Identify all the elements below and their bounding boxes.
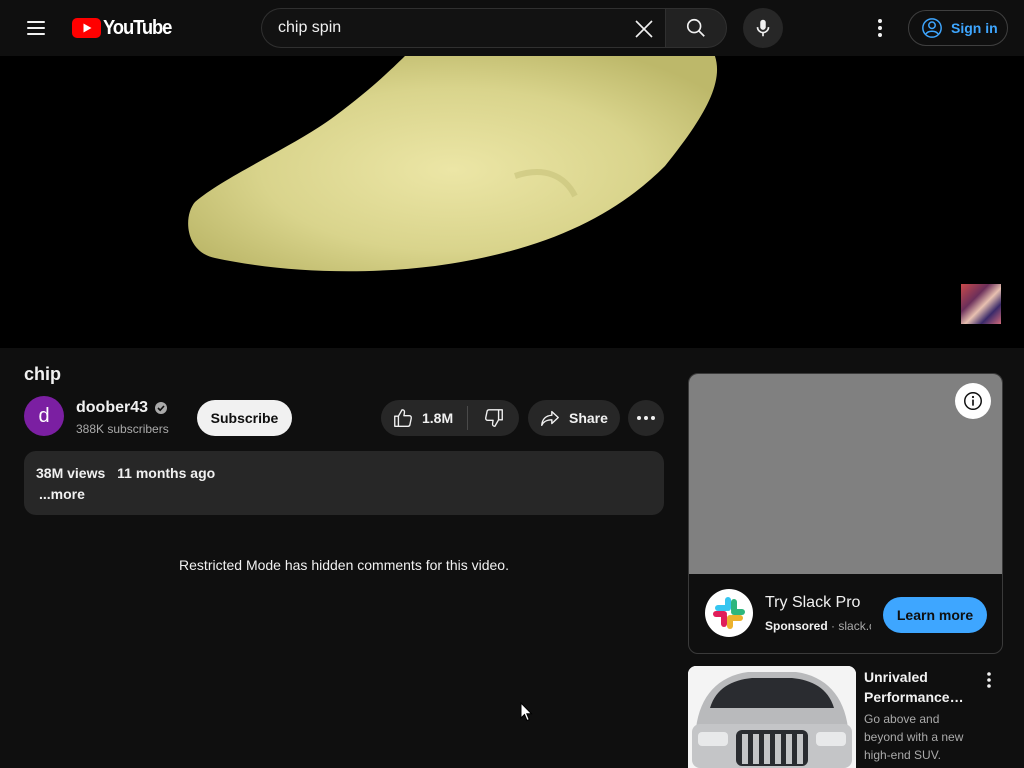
- dislike-button[interactable]: [468, 400, 519, 436]
- rec-menu-icon[interactable]: [977, 668, 1001, 692]
- video-meta: 38M views 11 months ago: [36, 465, 215, 481]
- channel-name-link[interactable]: doober43: [76, 399, 168, 417]
- account-icon: [922, 18, 942, 38]
- menu-bar: [27, 33, 45, 35]
- chip-video-frame: [188, 56, 718, 272]
- ad-card[interactable]: Try Slack Pro Sponsored · slack.com Lear…: [688, 373, 1003, 654]
- thumbs-down-icon: [484, 409, 503, 427]
- menu-bar: [27, 21, 45, 23]
- restricted-mode-message: Restricted Mode has hidden comments for …: [179, 557, 509, 573]
- slack-logo-icon: [705, 589, 753, 637]
- guide-menu-icon[interactable]: [16, 8, 56, 48]
- clear-search-icon[interactable]: [632, 17, 656, 41]
- sponsored-recommendation[interactable]: Unrivaled Performance… Go above and beyo…: [688, 666, 1003, 768]
- search-icon: [686, 18, 705, 37]
- ad-info-icon[interactable]: [955, 383, 991, 419]
- video-player[interactable]: [0, 56, 1024, 348]
- mouse-pointer-icon: [520, 702, 533, 722]
- channel-name: doober43: [76, 399, 149, 416]
- logo-wordmark: YouTube: [103, 16, 172, 39]
- share-button[interactable]: Share: [528, 400, 620, 436]
- search-input[interactable]: [278, 9, 618, 47]
- masthead: YouTube chip spin Sign in: [0, 0, 1024, 56]
- suv-image: [688, 666, 856, 768]
- like-count: 1.8M: [422, 410, 454, 426]
- show-more-link[interactable]: ...more: [39, 486, 85, 502]
- share-icon: [541, 410, 559, 427]
- share-label: Share: [569, 410, 608, 426]
- like-dislike-group: 1.8M: [381, 400, 519, 436]
- search-box: [261, 8, 665, 48]
- rec-title[interactable]: Unrivaled Performance…: [864, 667, 974, 707]
- sign-in-button[interactable]: Sign in: [908, 10, 1008, 46]
- search-button[interactable]: [665, 8, 727, 48]
- subscribe-button[interactable]: Subscribe: [197, 400, 292, 436]
- description-box[interactable]: 38M views 11 months ago ...more: [24, 451, 664, 515]
- video-title: chip: [24, 364, 62, 384]
- more-actions-button[interactable]: [628, 400, 664, 436]
- upload-age: 11 months ago: [117, 465, 216, 481]
- thumbs-up-icon: [394, 409, 412, 427]
- youtube-logo[interactable]: YouTube: [72, 16, 177, 40]
- subscriber-count: 388K subscribers: [76, 422, 169, 436]
- verified-badge-icon: [155, 402, 168, 414]
- settings-more-icon[interactable]: [864, 12, 896, 44]
- ad-domain: slack.com: [838, 619, 871, 633]
- learn-more-button[interactable]: Learn more: [883, 597, 987, 633]
- ad-sponsor-line: Sponsored · slack.com: [765, 619, 871, 633]
- menu-bar: [27, 27, 45, 29]
- sponsored-label: Sponsored: [765, 619, 828, 633]
- rec-thumbnail[interactable]: [688, 666, 856, 768]
- like-button[interactable]: 1.8M: [381, 400, 467, 436]
- voice-search-button[interactable]: [743, 8, 783, 48]
- channel-avatar[interactable]: d: [24, 396, 64, 436]
- sign-in-label: Sign in: [951, 20, 998, 36]
- search-bar: [261, 8, 727, 48]
- end-screen-thumbnail[interactable]: [961, 284, 1001, 324]
- microphone-icon: [756, 19, 770, 37]
- more-horizontal-icon: [637, 416, 655, 420]
- youtube-play-icon: [72, 18, 101, 38]
- ad-title[interactable]: Try Slack Pro: [765, 594, 860, 612]
- rec-description: Go above and beyond with a new high-end …: [864, 712, 964, 762]
- view-count: 38M views: [36, 465, 106, 481]
